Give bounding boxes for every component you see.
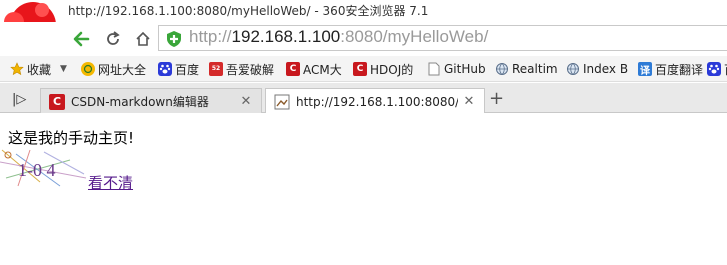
bookmarks-bar: 收藏 ▼ 网址大全 百度 52 吾爱破解 C ACM大 C HDOJ的 GitH… bbox=[0, 56, 727, 82]
bookmark-item[interactable]: 网址大全 bbox=[81, 60, 146, 78]
bookmark-label: HDOJ的 bbox=[370, 62, 414, 77]
bookmark-item[interactable]: 百度 bbox=[707, 60, 727, 78]
csdn-c-icon: C bbox=[353, 62, 367, 76]
bookmark-label: Realtim bbox=[512, 62, 558, 76]
bookmark-item[interactable]: GitHub bbox=[427, 60, 486, 78]
tab-bar: |▷ C CSDN-markdown编辑器 ✕ http://192.168.1… bbox=[0, 83, 727, 114]
globe-gear-icon bbox=[566, 62, 580, 76]
csdn-c-icon: C bbox=[49, 93, 65, 110]
home-icon bbox=[136, 31, 150, 46]
tab-current-page[interactable]: http://192.168.1.100:8080/my ✕ bbox=[265, 88, 485, 114]
address-row: http://192.168.1.100:8080/myHelloWeb/ bbox=[0, 22, 727, 54]
url-path: :8080/myHelloWeb/ bbox=[340, 27, 489, 46]
bookmark-item[interactable]: 52 吾爱破解 bbox=[209, 60, 274, 78]
close-icon[interactable]: ✕ bbox=[239, 94, 253, 109]
bookmark-favorites[interactable]: 收藏 ▼ bbox=[10, 60, 67, 78]
bookmark-label: GitHub bbox=[444, 62, 486, 76]
url-text: http://192.168.1.100:8080/myHelloWeb/ bbox=[189, 27, 488, 47]
new-tab-button[interactable]: + bbox=[489, 88, 504, 109]
bookmark-label: 百度 bbox=[175, 62, 200, 77]
translate-icon: 译 bbox=[638, 62, 652, 77]
bookmark-item[interactable]: C ACM大 bbox=[286, 60, 342, 78]
star-icon bbox=[10, 62, 24, 76]
security-shield-icon bbox=[167, 31, 181, 47]
page-image-icon bbox=[274, 94, 290, 110]
bookmark-item[interactable]: Index B bbox=[566, 60, 628, 78]
bookmark-label: ACM大 bbox=[303, 62, 342, 77]
home-button[interactable] bbox=[132, 28, 154, 50]
captcha-text: 1-0 4 bbox=[18, 160, 56, 180]
bookmark-label: 百度翻译 bbox=[655, 62, 704, 77]
page-paragraph: 这是我的手动主页! bbox=[8, 129, 135, 147]
page-content: 这是我的手动主页! 1-0 4 看不清 bbox=[0, 113, 727, 265]
url-protocol: http:// bbox=[189, 27, 232, 46]
globe-icon bbox=[81, 62, 95, 76]
captcha-image[interactable]: 1-0 4 bbox=[0, 148, 88, 188]
bookmark-item[interactable]: 百度 bbox=[158, 60, 199, 78]
back-arrow-icon bbox=[73, 31, 90, 47]
bookmark-item[interactable]: Realtim bbox=[495, 60, 558, 78]
52pojie-icon: 52 bbox=[209, 62, 223, 76]
address-bar[interactable]: http://192.168.1.100:8080/myHelloWeb/ bbox=[158, 25, 727, 51]
chevron-down-icon: ▼ bbox=[60, 64, 67, 74]
tab-csdn[interactable]: C CSDN-markdown编辑器 ✕ bbox=[40, 88, 262, 114]
baidu-paw-icon bbox=[158, 62, 172, 76]
close-icon[interactable]: ✕ bbox=[462, 94, 476, 109]
back-button[interactable] bbox=[70, 28, 92, 50]
bookmark-label: Index B bbox=[583, 62, 629, 76]
bookmark-label: 收藏 bbox=[27, 62, 52, 77]
refresh-icon bbox=[107, 31, 120, 45]
tab-label: CSDN-markdown编辑器 bbox=[71, 95, 209, 109]
refresh-button[interactable] bbox=[102, 28, 124, 50]
bookmark-label: 吾爱破解 bbox=[226, 62, 275, 77]
title-bar: http://192.168.1.100:8080/myHelloWeb/ - … bbox=[0, 0, 727, 50]
window-title: http://192.168.1.100:8080/myHelloWeb/ - … bbox=[68, 4, 429, 18]
baidu-paw-icon bbox=[707, 62, 721, 76]
refresh-captcha-link[interactable]: 看不清 bbox=[88, 172, 133, 193]
bookmark-item[interactable]: C HDOJ的 bbox=[353, 60, 413, 78]
page-icon bbox=[427, 62, 441, 76]
sidebar-toggle-button[interactable]: |▷ bbox=[12, 92, 26, 107]
bookmark-label: 网址大全 bbox=[98, 62, 147, 77]
tab-label: http://192.168.1.100:8080/my bbox=[296, 94, 458, 109]
globe-gear-icon bbox=[495, 62, 509, 76]
bookmark-item[interactable]: 译 百度翻译 bbox=[638, 60, 703, 78]
url-host: 192.168.1.100 bbox=[231, 27, 341, 46]
csdn-c-icon: C bbox=[286, 62, 300, 76]
